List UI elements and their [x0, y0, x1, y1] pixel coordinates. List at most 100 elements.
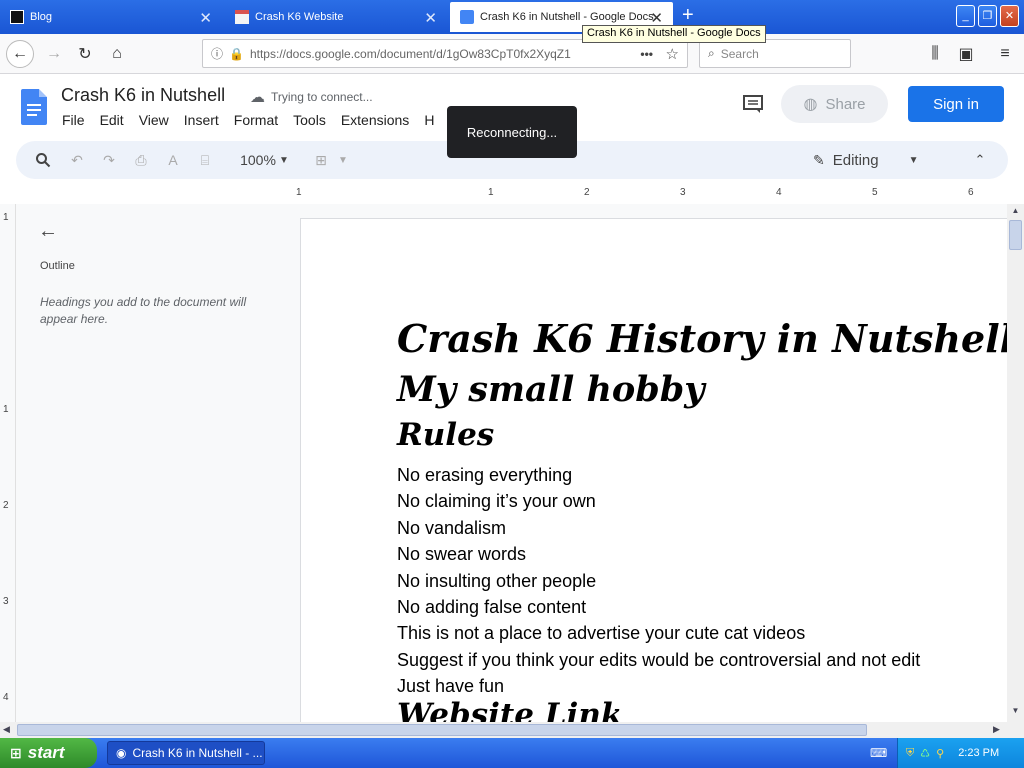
list-item[interactable]: No claiming it’s your own — [397, 488, 920, 514]
share-button[interactable]: ◍ Share — [781, 85, 888, 123]
list-item[interactable]: Just have fun — [397, 673, 920, 699]
search-input[interactable]: ⌕ Search — [699, 39, 851, 68]
page-actions-icon[interactable]: ••• — [640, 47, 653, 61]
ruler-number: 4 — [776, 187, 782, 198]
list-item[interactable]: No swear words — [397, 541, 920, 567]
scrollbar-thumb[interactable] — [1009, 220, 1022, 250]
chevron-down-icon[interactable]: ▼ — [336, 141, 350, 179]
scroll-down-icon[interactable]: ▼ — [1009, 706, 1022, 718]
sign-in-button[interactable]: Sign in — [908, 86, 1004, 122]
taskbar-item-browser[interactable]: ◉ Crash K6 in Nutshell - ... — [107, 741, 265, 765]
menu-help[interactable]: H — [424, 112, 434, 128]
network-icon[interactable]: ♺ — [920, 747, 930, 760]
library-icon[interactable]: ⫼ — [921, 40, 949, 68]
tab-label: Crash K6 Website — [255, 11, 344, 23]
windows-taskbar: ⊞ start ◉ Crash K6 in Nutshell - ... ⌨ ⛨… — [0, 738, 1024, 768]
tab-label: Crash K6 in Nutshell - Google Docs — [480, 11, 654, 23]
forward-button[interactable]: → — [40, 40, 68, 68]
close-outline-arrow-icon[interactable]: ← — [38, 220, 58, 243]
list-item[interactable]: Suggest if you think your edits would be… — [397, 647, 920, 673]
info-icon[interactable]: ⓘ — [211, 45, 223, 62]
outline-panel: ← Outline Headings you add to the docume… — [16, 204, 300, 722]
ruler-number: 1 — [3, 212, 9, 223]
menu-insert[interactable]: Insert — [184, 112, 219, 128]
chevron-down-icon[interactable]: ▼ — [276, 141, 292, 179]
minimize-button[interactable]: _ — [956, 5, 975, 27]
window-close-button[interactable]: ✕ — [1000, 5, 1019, 27]
keyboard-icon[interactable]: ⌨ — [870, 746, 887, 760]
scroll-right-icon[interactable]: ▶ — [993, 724, 1000, 735]
menu-edit[interactable]: Edit — [100, 112, 124, 128]
spellcheck-icon[interactable]: A — [162, 141, 184, 179]
bookmark-star-icon[interactable]: ☆ — [666, 45, 679, 63]
insert-comment-icon[interactable]: ⊞ — [311, 141, 331, 179]
menu-icon[interactable]: ≡ — [991, 40, 1019, 68]
reload-button[interactable]: ↻ — [71, 40, 99, 68]
menu-file[interactable]: File — [62, 112, 85, 128]
website-favicon-icon — [235, 10, 249, 24]
editing-mode-label: Editing — [832, 151, 879, 169]
paint-format-icon[interactable]: ⌸ — [194, 141, 216, 179]
comment-history-icon[interactable] — [742, 94, 764, 119]
horizontal-scrollbar[interactable]: ◀ ▶ — [0, 722, 1024, 738]
scroll-left-icon[interactable]: ◀ — [3, 724, 10, 735]
start-button[interactable]: ⊞ start — [0, 738, 97, 768]
close-icon[interactable]: ✕ — [199, 9, 212, 27]
heading-website-link[interactable]: Website Link — [397, 697, 622, 722]
reconnecting-snackbar: Reconnecting... — [447, 106, 577, 158]
docs-favicon-icon — [460, 10, 474, 24]
menu-format[interactable]: Format — [234, 112, 278, 128]
heading-subtitle[interactable]: My small hobby — [397, 369, 705, 410]
search-placeholder: Search — [720, 46, 759, 61]
docs-logo-icon[interactable] — [21, 89, 47, 125]
scroll-up-icon[interactable]: ▲ — [1009, 206, 1022, 218]
system-tray: ⛨ ♺ ⚲ 2:23 PM — [897, 738, 1024, 768]
home-button[interactable]: ⌂ — [103, 40, 131, 68]
cloud-off-icon: ☁ — [250, 89, 265, 106]
sidebar-icon[interactable]: ▣ — [952, 40, 980, 68]
new-tab-icon[interactable]: + — [682, 4, 694, 27]
outline-hint: Headings you add to the document will ap… — [40, 295, 247, 326]
search-tray-icon[interactable]: ⚲ — [936, 747, 944, 760]
list-item[interactable]: No vandalism — [397, 515, 920, 541]
ruler-number: 4 — [3, 692, 9, 703]
vertical-scrollbar[interactable]: ▲ ▼ — [1007, 204, 1024, 722]
document-page[interactable]: Crash K6 History in Nutshell My small ho… — [300, 218, 1010, 722]
print-icon[interactable]: ⎙ — [130, 141, 152, 179]
url-bar[interactable]: ⓘ 🔒 https://docs.google.com/document/d/1… — [202, 39, 688, 68]
undo-icon[interactable]: ↶ — [66, 141, 88, 179]
redo-icon[interactable]: ↷ — [98, 141, 120, 179]
lock-icon[interactable]: 🔒 — [229, 47, 244, 61]
document-area: 1 1 2 3 4 ← Outline Headings you add to … — [0, 204, 1024, 722]
heading-rules[interactable]: Rules — [397, 417, 494, 453]
back-button[interactable]: ← — [6, 40, 34, 68]
security-shield-icon[interactable]: ⛨ — [906, 747, 914, 760]
menu-view[interactable]: View — [139, 112, 169, 128]
browser-tab-strip: Blog ✕ Crash K6 Website ✕ Crash K6 in Nu… — [0, 0, 1024, 34]
tab-blog[interactable]: Blog ✕ — [0, 2, 222, 32]
rules-list: No erasing everything No claiming it’s y… — [397, 462, 920, 700]
menu-tools[interactable]: Tools — [293, 112, 326, 128]
list-item[interactable]: No adding false content — [397, 594, 920, 620]
heading-title[interactable]: Crash K6 History in Nutshell — [397, 316, 1009, 361]
list-item[interactable]: This is not a place to advertise your cu… — [397, 620, 920, 646]
search-menus-icon[interactable] — [32, 141, 54, 179]
menu-bar: File Edit View Insert Format Tools Exten… — [62, 112, 449, 128]
editing-mode-select[interactable]: ✎ Editing ▼ — [813, 141, 943, 179]
collapse-menus-icon[interactable]: ⌃ — [972, 141, 988, 179]
list-item[interactable]: No erasing everything — [397, 462, 920, 488]
scrollbar-thumb[interactable] — [17, 724, 867, 736]
clock[interactable]: 2:23 PM — [958, 747, 999, 759]
document-title[interactable]: Crash K6 in Nutshell — [61, 85, 225, 106]
ruler-number: 1 — [3, 404, 9, 415]
list-item[interactable]: No insulting other people — [397, 568, 920, 594]
horizontal-ruler[interactable]: 1 1 2 3 4 5 6 — [0, 186, 1024, 204]
zoom-value: 100% — [240, 152, 276, 168]
close-icon[interactable]: ✕ — [424, 9, 437, 27]
share-label: Share — [825, 95, 866, 113]
menu-extensions[interactable]: Extensions — [341, 112, 409, 128]
restore-button[interactable]: ❐ — [978, 5, 997, 27]
vertical-ruler[interactable]: 1 1 2 3 4 — [0, 204, 16, 722]
chevron-down-icon: ▼ — [908, 154, 919, 166]
tab-crash-k6-website[interactable]: Crash K6 Website ✕ — [225, 2, 447, 32]
